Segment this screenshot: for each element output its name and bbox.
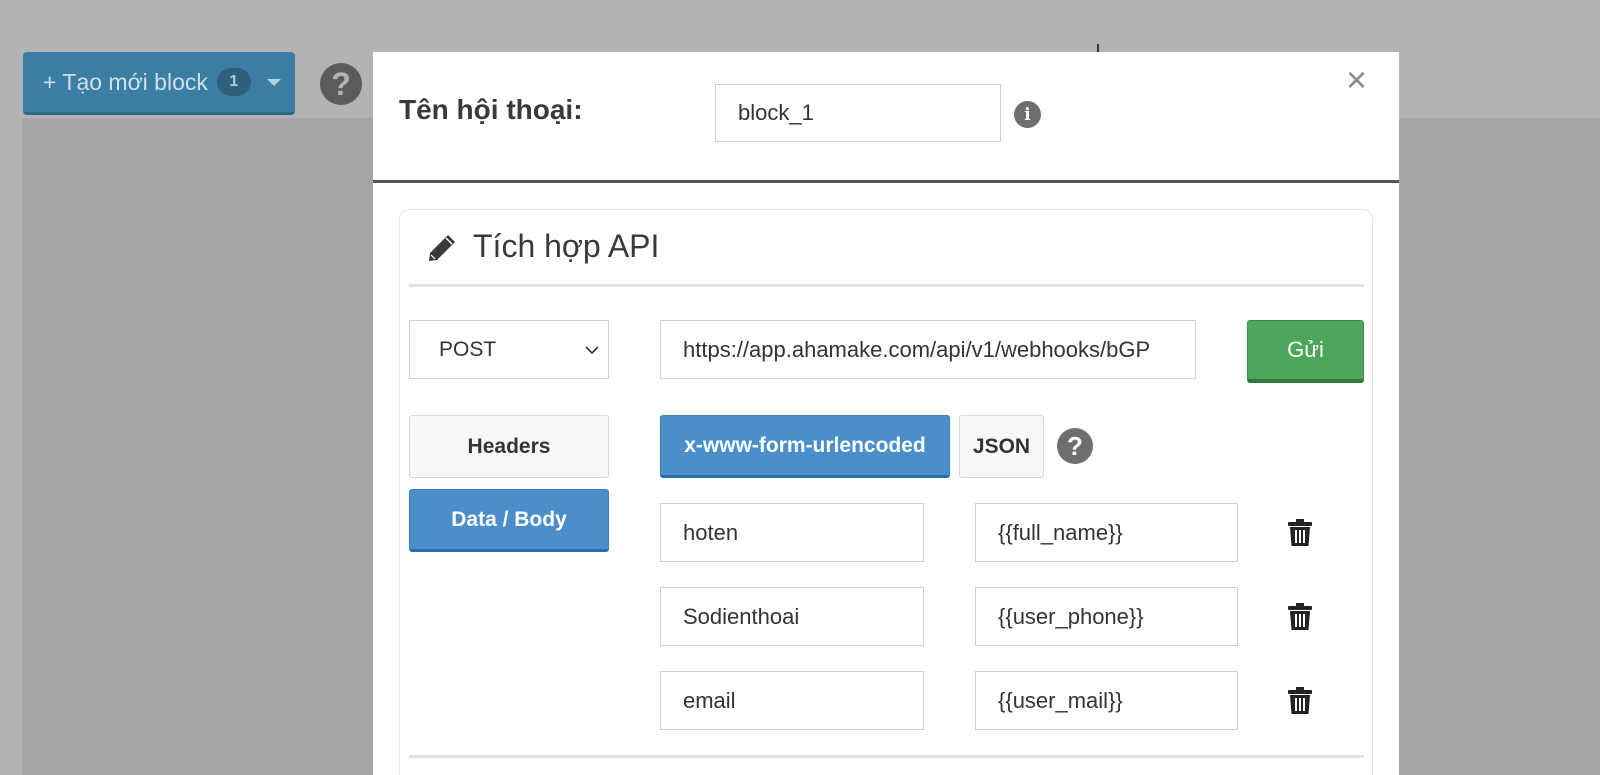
caret-down-icon[interactable] [266, 78, 281, 86]
card-title: Tích hợp API [473, 228, 660, 264]
http-method-select[interactable]: POST [409, 320, 609, 379]
http-method-value: POST [439, 337, 497, 361]
api-integration-card: Tích hợp API POST Gửi Headers Data / Bod… [399, 209, 1373, 775]
card-divider [409, 755, 1364, 758]
param-value-input[interactable] [975, 503, 1238, 562]
body-param-row [400, 671, 1372, 730]
create-block-label: + Tạo mới block [43, 68, 208, 95]
pencil-icon [429, 235, 455, 261]
param-value-input[interactable] [975, 671, 1238, 730]
block-count-badge: 1 [216, 68, 251, 96]
param-key-input[interactable] [660, 587, 924, 646]
info-icon[interactable]: i [1014, 101, 1041, 128]
trash-icon[interactable] [1287, 602, 1313, 631]
encoding-json-button[interactable]: JSON [959, 415, 1044, 478]
create-block-button[interactable]: + Tạo mới block 1 [23, 52, 295, 115]
param-key-input[interactable] [660, 671, 924, 730]
send-button[interactable]: Gửi [1247, 320, 1364, 383]
background-tick [1097, 44, 1099, 52]
trash-icon[interactable] [1287, 686, 1313, 715]
help-icon[interactable]: ? [1057, 428, 1093, 464]
trash-icon[interactable] [1287, 518, 1313, 547]
help-icon[interactable]: ? [320, 63, 362, 105]
param-value-input[interactable] [975, 587, 1238, 646]
conversation-name-input[interactable] [715, 84, 1001, 142]
chevron-down-icon [585, 346, 599, 355]
body-param-row [400, 587, 1372, 646]
body-param-row [400, 503, 1372, 562]
conversation-name-label: Tên hội thoại: [399, 94, 583, 125]
encoding-form-urlencoded-button[interactable]: x-www-form-urlencoded [660, 415, 950, 478]
url-input[interactable] [660, 320, 1196, 379]
card-header: Tích hợp API [409, 210, 1364, 287]
close-icon[interactable]: × [1346, 62, 1367, 98]
modal-header: Tên hội thoại: i × [373, 52, 1399, 183]
param-key-input[interactable] [660, 503, 924, 562]
block-modal: Tên hội thoại: i × Tích hợp API POST Gửi… [373, 52, 1399, 775]
tab-headers[interactable]: Headers [409, 415, 609, 478]
